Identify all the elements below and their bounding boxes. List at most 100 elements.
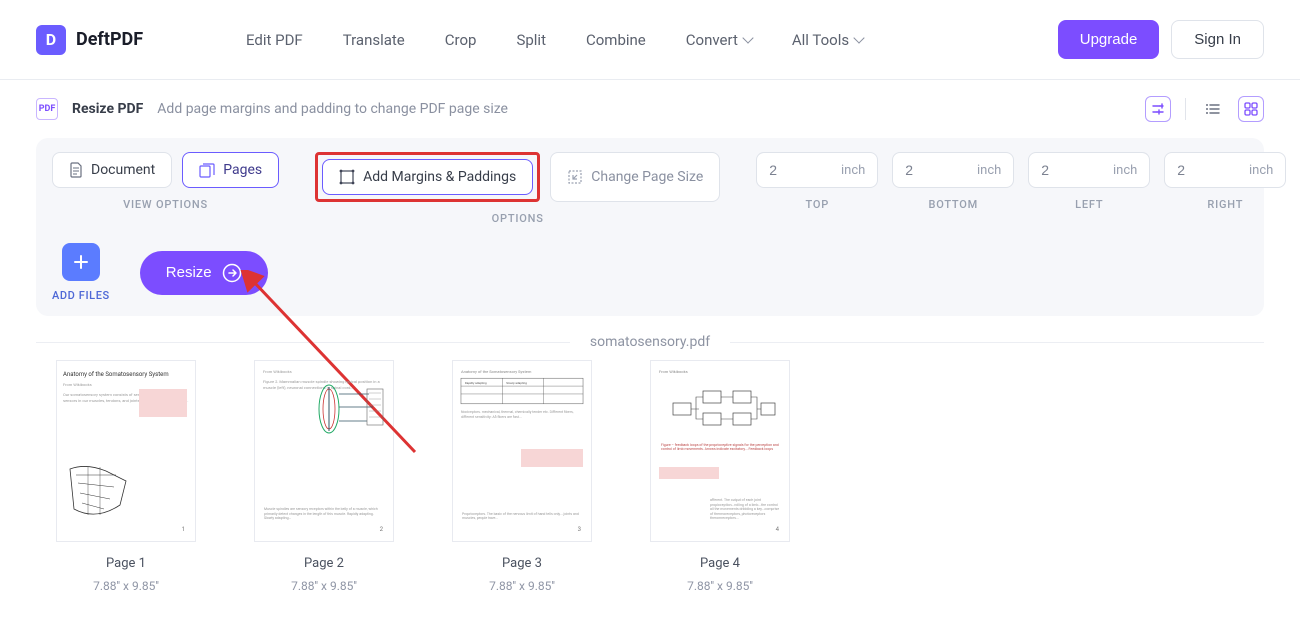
page-number: 4 <box>776 526 779 533</box>
margin-bottom-input-wrap[interactable]: inch <box>892 152 1014 188</box>
highlight-box: Add Margins & Paddings <box>315 152 540 202</box>
thumbnail-label: Page 1 <box>56 556 196 571</box>
change-page-size-label: Change Page Size <box>591 169 703 185</box>
list-view-button[interactable] <box>1200 96 1226 122</box>
add-files-button[interactable] <box>62 243 100 281</box>
nav-convert[interactable]: Convert <box>686 31 752 49</box>
options-group: Add Margins & Paddings Change Page Size … <box>315 152 720 225</box>
margin-left-label: LEFT <box>1028 198 1150 211</box>
upgrade-button[interactable]: Upgrade <box>1058 20 1160 59</box>
margin-top-label: TOP <box>756 198 878 211</box>
svg-text:Rapidly adapting: Rapidly adapting <box>465 381 487 385</box>
view-options-label: VIEW OPTIONS <box>52 198 279 211</box>
thumbnail-dim: 7.88'' x 9.85'' <box>650 579 790 593</box>
thumbnail-dim: 7.88'' x 9.85'' <box>254 579 394 593</box>
page-preview: From WikibooksFigure 2. Mammalian muscle… <box>254 360 394 542</box>
table-icon: Rapidly adapting Slowly adapting <box>459 376 585 406</box>
nav-all-tools[interactable]: All Tools <box>792 31 863 49</box>
options-label: OPTIONS <box>315 212 720 225</box>
nav-convert-label: Convert <box>686 31 738 49</box>
margin-top-input[interactable] <box>769 162 819 178</box>
add-margins-label: Add Margins & Paddings <box>363 169 516 185</box>
logo[interactable]: D DeftPDF <box>36 25 216 55</box>
options-panel: Document Pages VIEW OPTIONS Add Margins … <box>36 138 1264 316</box>
document-view-label: Document <box>91 162 155 178</box>
pdf-icon: PDF <box>36 98 58 120</box>
thumbnail-page-3[interactable]: Anatomy of the Somatosensory System Rapi… <box>452 360 592 593</box>
flowchart-icon <box>669 383 779 439</box>
logo-icon: D <box>36 25 66 55</box>
margin-right-input[interactable] <box>1177 162 1227 178</box>
margin-top-input-wrap[interactable]: inch <box>756 152 878 188</box>
margin-right-input-wrap[interactable]: inch <box>1164 152 1286 188</box>
logo-text: DeftPDF <box>76 29 143 50</box>
margin-unit: inch <box>1249 163 1273 178</box>
page-thumbnails: Anatomy of the Somatosensory System From… <box>0 360 1300 593</box>
nav-combine[interactable]: Combine <box>586 31 646 49</box>
view-options-group: Document Pages VIEW OPTIONS <box>52 152 279 211</box>
resize-button[interactable]: Resize <box>140 251 268 295</box>
margin-unit: inch <box>977 163 1001 178</box>
add-files-label: ADD FILES <box>52 289 110 302</box>
title-row: PDF Resize PDF Add page margins and padd… <box>0 80 1300 138</box>
file-name: somatosensory.pdf <box>570 334 730 350</box>
page-number: 1 <box>182 526 185 533</box>
page-preview: Anatomy of the Somatosensory System From… <box>56 360 196 542</box>
file-divider: somatosensory.pdf <box>36 334 1264 350</box>
page-title: Resize PDF <box>72 101 143 117</box>
header: D DeftPDF Edit PDF Translate Crop Split … <box>0 0 1300 80</box>
thumbnail-dim: 7.88'' x 9.85'' <box>452 579 592 593</box>
document-view-button[interactable]: Document <box>52 152 172 188</box>
thumbnail-dim: 7.88'' x 9.85'' <box>56 579 196 593</box>
nav-edit-pdf[interactable]: Edit PDF <box>246 31 303 49</box>
view-toggles <box>1145 96 1264 122</box>
thumbnail-page-2[interactable]: From WikibooksFigure 2. Mammalian muscle… <box>254 360 394 593</box>
resize-icon <box>567 169 583 185</box>
grid-view-button[interactable] <box>1238 96 1264 122</box>
margin-left-input-wrap[interactable]: inch <box>1028 152 1150 188</box>
diagram-icon <box>309 379 385 439</box>
margin-bottom-input[interactable] <box>905 162 955 178</box>
margin-left-input[interactable] <box>1041 162 1091 178</box>
page-subtitle: Add page margins and padding to change P… <box>157 101 508 117</box>
page-number: 2 <box>380 526 383 533</box>
nav-split[interactable]: Split <box>516 31 546 49</box>
margin-bottom-label: BOTTOM <box>892 198 1014 211</box>
grid-icon <box>1244 102 1258 116</box>
page-preview: Anatomy of the Somatosensory System Rapi… <box>452 360 592 542</box>
margin-unit: inch <box>1113 163 1137 178</box>
chevron-down-icon <box>742 32 753 43</box>
sliders-icon <box>1151 102 1165 116</box>
pages-icon <box>199 163 215 178</box>
nav: Edit PDF Translate Crop Split Combine Co… <box>246 31 863 49</box>
margin-unit: inch <box>841 163 865 178</box>
nav-translate[interactable]: Translate <box>343 31 405 49</box>
diagram-icon <box>66 461 136 525</box>
thumbnail-page-4[interactable]: From Wikibooks Figure – feedback loops o… <box>650 360 790 593</box>
svg-text:Slowly adapting: Slowly adapting <box>506 381 527 385</box>
margins-icon <box>339 169 355 185</box>
page-heading: Anatomy of the Somatosensory System <box>63 371 189 378</box>
add-margins-button[interactable]: Add Margins & Paddings <box>322 159 533 195</box>
plus-icon <box>72 253 90 271</box>
resize-button-label: Resize <box>166 264 212 281</box>
sort-settings-button[interactable] <box>1145 96 1171 122</box>
nav-crop[interactable]: Crop <box>445 31 477 49</box>
add-files-group: ADD FILES <box>52 243 110 302</box>
page-number: 3 <box>578 526 581 533</box>
separator <box>1185 98 1186 120</box>
sign-in-button[interactable]: Sign In <box>1171 20 1264 59</box>
page-preview: From Wikibooks Figure – feedback loops o… <box>650 360 790 542</box>
list-icon <box>1205 102 1221 116</box>
arrow-right-circle-icon <box>222 263 242 283</box>
thumbnail-label: Page 2 <box>254 556 394 571</box>
chevron-down-icon <box>853 32 864 43</box>
margin-right-label: RIGHT <box>1164 198 1286 211</box>
thumbnail-label: Page 4 <box>650 556 790 571</box>
pages-view-button[interactable]: Pages <box>182 152 279 188</box>
document-icon <box>69 162 83 178</box>
nav-all-tools-label: All Tools <box>792 31 849 49</box>
thumbnail-label: Page 3 <box>452 556 592 571</box>
change-page-size-button[interactable]: Change Page Size <box>550 152 720 202</box>
thumbnail-page-1[interactable]: Anatomy of the Somatosensory System From… <box>56 360 196 593</box>
